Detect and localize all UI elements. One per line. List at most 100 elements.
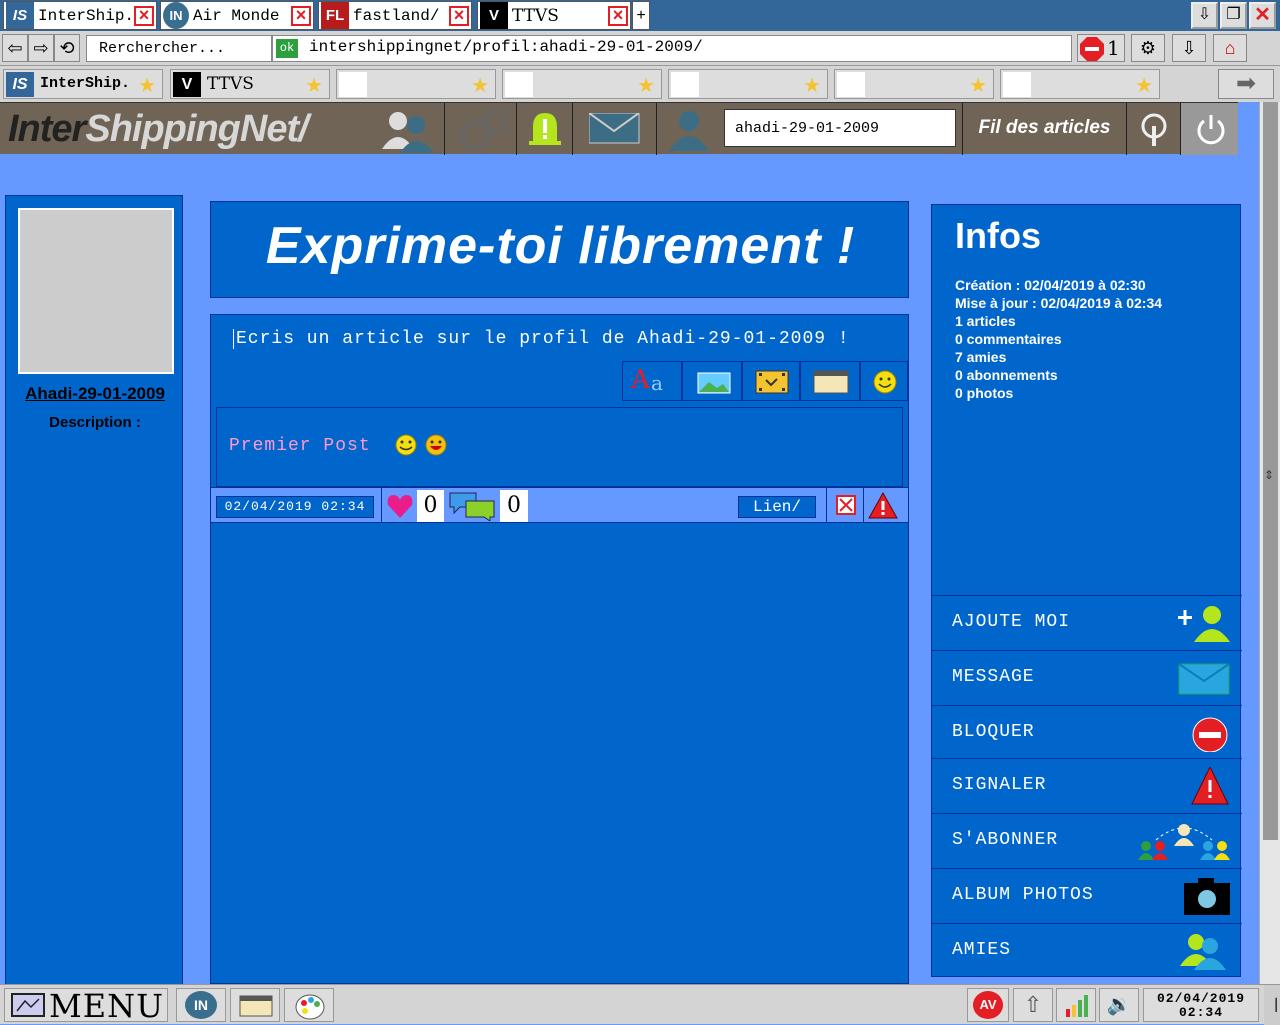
bookmark-empty[interactable]: ★ [502, 69, 662, 99]
comments-button[interactable] [445, 488, 499, 523]
url-field[interactable]: ok intershippingnet/profil:ahadi-29-01-2… [272, 35, 1072, 62]
bookmark-empty[interactable]: ★ [336, 69, 496, 99]
bookmarks-bar: IS InterShip. ★ V TTVS ★ ★ ★ ★ ★ ★ ➡ [0, 66, 1280, 102]
permalink-button[interactable]: Lien/ [738, 496, 816, 518]
tab-intership[interactable]: IS InterShip. × [3, 1, 157, 30]
block-button[interactable]: BLOQUER [932, 705, 1242, 758]
taskbar-paint-app[interactable] [284, 988, 334, 1022]
post-date: 02/04/2019 02:34 [216, 496, 374, 518]
site-search-input[interactable]: ahadi-29-01-2009 [724, 109, 956, 147]
bookmark-label: TTVS [207, 74, 254, 94]
antivirus-button[interactable]: AV [967, 988, 1009, 1022]
stop-icon [1080, 37, 1104, 61]
bookmarks-next-arrow-icon[interactable]: ➡ [1218, 69, 1274, 99]
tab-label: fastland/ [353, 6, 440, 25]
insert-window-button[interactable] [800, 361, 860, 401]
close-tab-icon[interactable]: × [134, 6, 154, 26]
warning-icon [1191, 767, 1229, 805]
show-desktop-button[interactable]: ▕ [1264, 985, 1280, 1025]
bookmark-placeholder-icon [1003, 72, 1031, 97]
bookmark-intership[interactable]: IS InterShip. ★ [3, 69, 163, 99]
settings-nav[interactable] [444, 103, 516, 155]
report-post-button[interactable] [864, 488, 902, 523]
taskbar-window-app[interactable] [230, 988, 280, 1022]
bookmark-empty[interactable]: ★ [1000, 69, 1160, 99]
messages-nav[interactable] [572, 103, 656, 155]
back-icon[interactable]: ⇦ [2, 34, 28, 62]
volume-icon[interactable]: 🔉 [1099, 988, 1139, 1022]
clock[interactable]: 02/04/2019 02:34 [1143, 988, 1259, 1022]
minimize-icon[interactable]: ⇩ [1191, 2, 1218, 29]
info-updated: Mise à jour : 02/04/2019 à 02:34 [955, 295, 1163, 311]
button-label: AMIES [952, 940, 1012, 960]
start-menu-button[interactable]: MENU [4, 987, 168, 1025]
comment-count: 0 [500, 490, 528, 522]
tab-fastland[interactable]: FL fastland/ × [318, 1, 472, 30]
insert-image-button[interactable] [682, 361, 742, 401]
profile-nav[interactable] [656, 103, 718, 155]
photo-album-button[interactable]: ALBUM PHOTOS [932, 868, 1242, 923]
tab-air-monde[interactable]: IN Air Monde × [160, 1, 314, 30]
article-feed-link[interactable]: Fil des articles [962, 103, 1126, 155]
bookmark-placeholder-icon [837, 72, 865, 97]
bookmark-ttvs[interactable]: V TTVS ★ [170, 69, 330, 99]
smiley-icon [395, 434, 417, 456]
friends-icon [1180, 934, 1226, 970]
block-count: 1 [1107, 36, 1120, 60]
scroll-arrows-icon[interactable]: ⇕ [1264, 468, 1274, 482]
taskbar-air-monde[interactable]: IN [176, 988, 226, 1022]
new-tab-button[interactable]: + [632, 1, 650, 30]
camera-icon [1184, 878, 1230, 915]
bookmark-label: InterShip. [40, 75, 131, 92]
reload-icon[interactable]: ⟲ [54, 34, 80, 62]
profile-name-link[interactable]: Ahadi-29-01-2009 [6, 384, 184, 404]
report-button[interactable]: SIGNALER [932, 758, 1242, 813]
forward-icon[interactable]: ⇨ [28, 34, 54, 62]
close-tab-icon[interactable]: × [449, 6, 469, 26]
site-logo[interactable]: InterShippingNet/ [8, 107, 309, 151]
bookmark-empty[interactable]: ★ [668, 69, 828, 99]
speech-bubbles-icon [449, 492, 495, 521]
message-button[interactable]: MESSAGE [932, 650, 1242, 705]
settings-gear-icon[interactable]: ⚙ [1131, 34, 1165, 62]
gears-icon [458, 108, 508, 151]
download-icon[interactable]: ⇩ [1172, 34, 1206, 62]
close-tab-icon[interactable]: × [291, 6, 311, 26]
button-label: SIGNALER [952, 775, 1047, 795]
window-icon [239, 995, 273, 1017]
search-field[interactable]: Rerchercher... [86, 35, 272, 62]
signal-button[interactable] [1056, 988, 1096, 1022]
add-friend-button[interactable]: AJOUTE MOI [932, 595, 1242, 650]
user-icon [669, 111, 709, 151]
home-icon[interactable]: ⌂ [1213, 34, 1247, 62]
window-icon [813, 370, 849, 394]
upload-arrow-icon[interactable]: ⇧ [1013, 988, 1053, 1022]
tab-ttvs[interactable]: V TTVS × [477, 1, 631, 30]
location-nav[interactable] [1126, 103, 1180, 155]
page-scrollbar[interactable]: ⇕ [1259, 102, 1280, 984]
adblock-button[interactable]: 1 [1077, 34, 1125, 62]
palette-icon [295, 994, 325, 1020]
delete-icon [836, 495, 856, 515]
avatar[interactable] [18, 208, 174, 374]
close-window-icon[interactable]: ✕ [1249, 2, 1276, 29]
like-button[interactable] [381, 488, 417, 523]
delete-post-button[interactable] [826, 488, 864, 523]
insert-video-button[interactable] [742, 361, 800, 401]
tab-label: TTVS [512, 5, 559, 26]
envelope-icon [589, 113, 640, 144]
restore-icon[interactable]: ❐ [1220, 2, 1247, 29]
logout-button[interactable] [1180, 103, 1238, 155]
add-friend-icon [1178, 606, 1230, 642]
insert-emoji-button[interactable] [860, 361, 908, 401]
subscribe-button[interactable]: S'ABONNER [932, 813, 1242, 868]
in-tab-icon: IN [163, 2, 189, 29]
star-icon: ★ [471, 75, 489, 97]
compose-input[interactable]: Ecris un article sur le profil de Ahadi-… [233, 329, 903, 349]
notifications-nav[interactable] [516, 103, 572, 155]
close-tab-icon[interactable]: × [608, 6, 628, 26]
bookmark-empty[interactable]: ★ [834, 69, 994, 99]
font-style-button[interactable]: Aa [622, 361, 682, 401]
friends-button[interactable]: AMIES [932, 923, 1242, 978]
friends-nav-icon[interactable] [378, 109, 438, 153]
